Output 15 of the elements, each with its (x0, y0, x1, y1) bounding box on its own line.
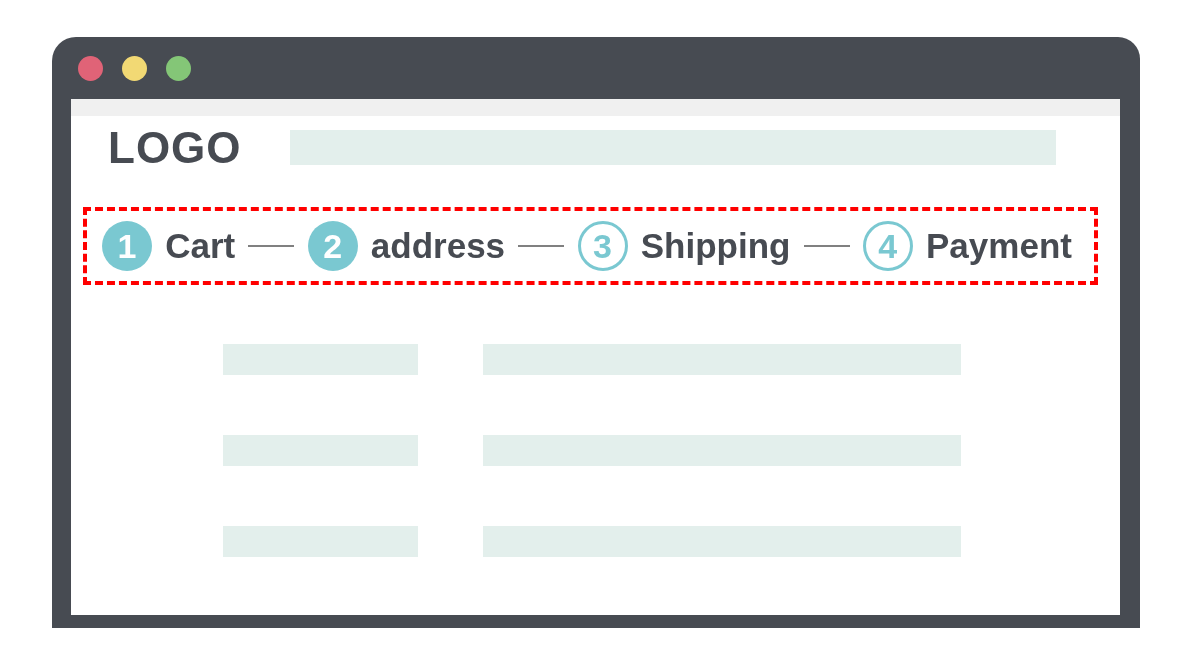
step-number: 2 (307, 221, 358, 271)
connector-line (518, 245, 565, 247)
window-button-icon[interactable] (122, 55, 147, 81)
step-number: 4 (862, 221, 913, 271)
logo-text: LOGO (108, 125, 242, 170)
step-label: Payment (926, 225, 1072, 267)
step-label: Shipping (640, 225, 791, 267)
step-number: 1 (102, 221, 152, 271)
step-label: address (370, 225, 506, 267)
window-button-icon[interactable] (166, 55, 191, 81)
connector-line (803, 245, 850, 247)
window-button-icon[interactable] (78, 55, 103, 81)
step-number: 3 (577, 221, 628, 271)
step-label: Cart (165, 225, 236, 267)
connector-line (248, 245, 295, 247)
